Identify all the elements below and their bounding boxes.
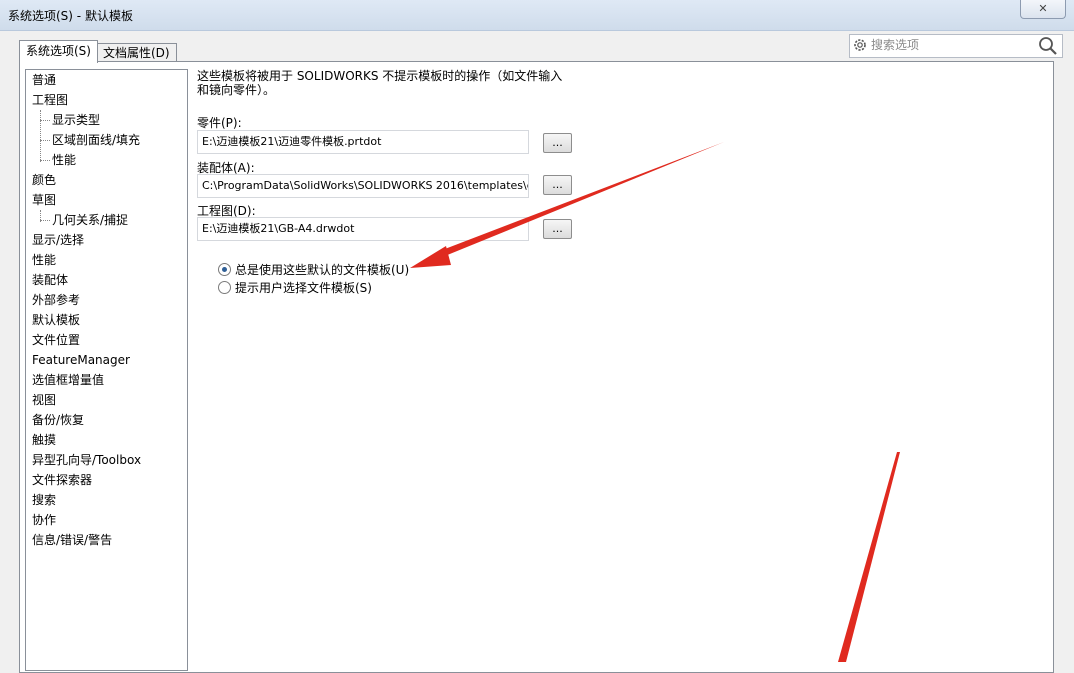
radio-always-use-defaults[interactable]: 总是使用这些默认的文件模板(U) <box>218 262 409 278</box>
radio-prompt-label[interactable]: 提示用户选择文件模板(S) <box>235 281 372 295</box>
tree-item-colors[interactable]: 颜色 <box>32 170 56 190</box>
tree-connector <box>40 220 50 221</box>
radio-prompt-user[interactable]: 提示用户选择文件模板(S) <box>218 280 372 296</box>
part-browse-button[interactable]: ... <box>543 133 572 153</box>
drawing-template-input[interactable] <box>198 218 528 238</box>
tree-item-collaboration[interactable]: 协作 <box>32 510 56 530</box>
part-template-field[interactable] <box>197 130 529 154</box>
assembly-template-input[interactable] <box>198 175 528 195</box>
tree-item-view[interactable]: 视图 <box>32 390 56 410</box>
tree-item-default-templates[interactable]: 默认模板 <box>32 310 80 330</box>
tree-connector <box>40 160 50 161</box>
window-title: 系统选项(S) - 默认模板 <box>8 9 133 23</box>
tab-document-properties[interactable]: 文档属性(D) <box>96 43 177 62</box>
search-input[interactable] <box>871 37 1031 53</box>
tree-item-drawing-performance[interactable]: 性能 <box>52 150 76 170</box>
drawing-template-field[interactable] <box>197 217 529 241</box>
tree-item-drawings[interactable]: 工程图 <box>32 90 68 110</box>
search-icon[interactable] <box>1038 36 1058 59</box>
tree-item-spin-box-increments[interactable]: 选值框增量值 <box>32 370 104 390</box>
tab-system-options[interactable]: 系统选项(S) <box>19 40 98 63</box>
assembly-template-field[interactable] <box>197 174 529 198</box>
tree-item-external-references[interactable]: 外部参考 <box>32 290 80 310</box>
templates-description: 这些模板将被用于 SOLIDWORKS 不提示模板时的操作（如文件输入 和镜向零… <box>197 69 567 97</box>
tree-item-assemblies[interactable]: 装配体 <box>32 270 68 290</box>
tree-item-backup-recover[interactable]: 备份/恢复 <box>32 410 84 430</box>
title-bar: 系统选项(S) - 默认模板 ✕ <box>0 0 1074 31</box>
radio-selected-icon[interactable] <box>218 263 231 276</box>
part-template-input[interactable] <box>198 131 528 151</box>
part-template-label: 零件(P): <box>197 116 242 130</box>
close-button[interactable]: ✕ <box>1020 0 1066 19</box>
tree-item-featuremanager[interactable]: FeatureManager <box>32 350 130 370</box>
drawing-browse-button[interactable]: ... <box>543 219 572 239</box>
tree-item-relations-snaps[interactable]: 几何关系/捕捉 <box>52 210 128 230</box>
tree-item-hole-wizard-toolbox[interactable]: 异型孔向导/Toolbox <box>32 450 141 470</box>
radio-always-label[interactable]: 总是使用这些默认的文件模板(U) <box>235 263 409 277</box>
tree-item-file-explorer[interactable]: 文件探索器 <box>32 470 92 490</box>
tree-item-sketch[interactable]: 草图 <box>32 190 56 210</box>
description-line-1: 这些模板将被用于 SOLIDWORKS 不提示模板时的操作（如文件输入 <box>197 69 563 83</box>
search-box[interactable] <box>849 34 1063 58</box>
tree-item-general[interactable]: 普通 <box>32 70 56 90</box>
tree-connector <box>40 110 41 162</box>
options-tree[interactable]: 普通 工程图 显示类型 区域剖面线/填充 性能 颜色 草图 几何关系/捕捉 显示… <box>25 69 188 671</box>
radio-unselected-icon[interactable] <box>218 281 231 294</box>
tree-item-search[interactable]: 搜索 <box>32 490 56 510</box>
assembly-browse-button[interactable]: ... <box>543 175 572 195</box>
close-icon[interactable]: ✕ <box>1038 2 1047 15</box>
description-line-2: 和镜向零件）。 <box>197 83 276 97</box>
tree-item-messages-errors-warnings[interactable]: 信息/错误/警告 <box>32 530 112 550</box>
gear-icon[interactable] <box>852 37 868 56</box>
tree-connector <box>40 140 50 141</box>
tree-item-area-hatch[interactable]: 区域剖面线/填充 <box>52 130 140 150</box>
tree-connector <box>40 120 50 121</box>
tree-item-file-locations[interactable]: 文件位置 <box>32 330 80 350</box>
tree-item-display-style[interactable]: 显示类型 <box>52 110 100 130</box>
tree-item-performance[interactable]: 性能 <box>32 250 56 270</box>
tree-item-display-selection[interactable]: 显示/选择 <box>32 230 84 250</box>
tree-item-touch[interactable]: 触摸 <box>32 430 56 450</box>
